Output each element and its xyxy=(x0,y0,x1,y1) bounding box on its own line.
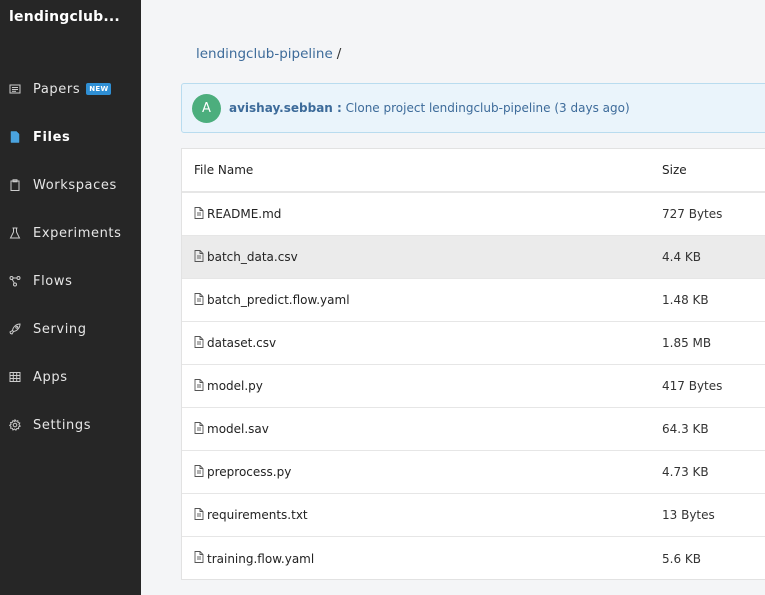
file-icon xyxy=(194,292,207,308)
files-table: File Name Size README.md 727 Bytes batch_d… xyxy=(181,148,765,580)
file-icon xyxy=(194,464,207,480)
file-size: 4.4 KB xyxy=(662,250,701,264)
file-icon xyxy=(194,335,207,351)
file-icon xyxy=(194,206,207,222)
table-row[interactable]: training.flow.yaml 5.6 KB xyxy=(182,537,765,580)
gear-icon xyxy=(8,418,22,432)
file-icon xyxy=(194,421,207,437)
newspaper-icon xyxy=(8,82,22,96)
file-name-cell[interactable]: batch_data.csv xyxy=(182,249,650,265)
file-size: 1.48 KB xyxy=(662,293,709,307)
table-row[interactable]: batch_data.csv 4.4 KB xyxy=(182,236,765,279)
file-icon xyxy=(194,507,207,523)
sidebar-item-workspaces[interactable]: Workspaces xyxy=(0,170,141,200)
file-name[interactable]: training.flow.yaml xyxy=(207,552,314,566)
sidebar-item-label: Serving xyxy=(33,321,87,337)
file-name[interactable]: requirements.txt xyxy=(207,508,308,522)
sidebar-item-label: Papers xyxy=(33,81,81,97)
commit-message[interactable]: Clone project lendingclub-pipeline (3 da… xyxy=(346,101,630,115)
sidebar-item-experiments[interactable]: Experiments xyxy=(0,218,141,248)
sidebar-item-label: Workspaces xyxy=(33,177,117,193)
file-name[interactable]: model.sav xyxy=(207,422,269,436)
table-body: README.md 727 Bytes batch_data.csv 4.4 KB ba… xyxy=(182,193,765,580)
file-icon xyxy=(194,378,207,394)
sidebar-item-label: Experiments xyxy=(33,225,122,241)
breadcrumb-separator: / xyxy=(336,46,342,62)
flow-icon xyxy=(8,274,22,288)
file-size: 417 Bytes xyxy=(662,379,723,393)
file-name[interactable]: batch_predict.flow.yaml xyxy=(207,293,350,307)
column-header-file-name[interactable]: File Name xyxy=(182,163,650,177)
sidebar-item-serving[interactable]: Serving xyxy=(0,314,141,344)
sidebar-item-apps[interactable]: Apps xyxy=(0,362,141,392)
sidebar: lendingclub... Papers NEW Files Workspac… xyxy=(0,0,141,595)
file-name[interactable]: model.py xyxy=(207,379,263,393)
file-icon xyxy=(194,249,207,265)
avatar[interactable]: A xyxy=(192,93,221,123)
file-name-cell[interactable]: model.py xyxy=(182,378,650,394)
file-size: 64.3 KB xyxy=(662,422,709,436)
file-size: 4.73 KB xyxy=(662,465,709,479)
table-row[interactable]: requirements.txt 13 Bytes xyxy=(182,494,765,537)
grid-icon xyxy=(8,370,22,384)
file-name-cell[interactable]: batch_predict.flow.yaml xyxy=(182,292,650,308)
project-title[interactable]: lendingclub... xyxy=(9,9,120,25)
table-row[interactable]: dataset.csv 1.85 MB xyxy=(182,322,765,365)
table-row[interactable]: model.sav 64.3 KB xyxy=(182,408,765,451)
file-name-cell[interactable]: README.md xyxy=(182,206,650,222)
file-name[interactable]: README.md xyxy=(207,207,281,221)
sidebar-item-label: Apps xyxy=(33,369,68,385)
rocket-icon xyxy=(8,322,22,336)
file-size: 13 Bytes xyxy=(662,508,715,522)
file-name-cell[interactable]: requirements.txt xyxy=(182,507,650,523)
file-icon xyxy=(8,130,22,144)
sidebar-item-settings[interactable]: Settings xyxy=(0,410,141,440)
file-size: 727 Bytes xyxy=(662,207,723,221)
file-name-cell[interactable]: preprocess.py xyxy=(182,464,650,480)
table-header: File Name Size xyxy=(182,149,765,193)
column-header-size[interactable]: Size xyxy=(650,163,687,177)
sidebar-item-label: Files xyxy=(33,129,71,145)
breadcrumb: lendingclub-pipeline / xyxy=(196,46,341,62)
table-row[interactable]: README.md 727 Bytes xyxy=(182,193,765,236)
sidebar-item-files[interactable]: Files xyxy=(0,122,141,152)
table-row[interactable]: batch_predict.flow.yaml 1.48 KB xyxy=(182,279,765,322)
file-name-cell[interactable]: model.sav xyxy=(182,421,650,437)
file-name[interactable]: dataset.csv xyxy=(207,336,276,350)
table-row[interactable]: preprocess.py 4.73 KB xyxy=(182,451,765,494)
sidebar-item-flows[interactable]: Flows xyxy=(0,266,141,296)
file-name-cell[interactable]: training.flow.yaml xyxy=(182,551,650,566)
new-badge: NEW xyxy=(86,83,112,95)
sidebar-item-label: Flows xyxy=(33,273,73,289)
file-name-cell[interactable]: dataset.csv xyxy=(182,335,650,351)
file-name[interactable]: batch_data.csv xyxy=(207,250,298,264)
sidebar-item-papers[interactable]: Papers NEW xyxy=(0,74,141,104)
clipboard-icon xyxy=(8,178,22,192)
sidebar-item-label: Settings xyxy=(33,417,92,433)
commit-info: avishay.sebban : Clone project lendingcl… xyxy=(229,101,630,115)
file-icon xyxy=(194,551,207,566)
file-size: 5.6 KB xyxy=(662,551,701,566)
flask-icon xyxy=(8,226,22,240)
breadcrumb-project-link[interactable]: lendingclub-pipeline xyxy=(196,46,333,62)
file-name[interactable]: preprocess.py xyxy=(207,465,291,479)
commit-user[interactable]: avishay.sebban : xyxy=(229,101,342,115)
table-row[interactable]: model.py 417 Bytes xyxy=(182,365,765,408)
last-commit-bar: A avishay.sebban : Clone project lending… xyxy=(181,83,765,133)
file-size: 1.85 MB xyxy=(662,336,712,350)
